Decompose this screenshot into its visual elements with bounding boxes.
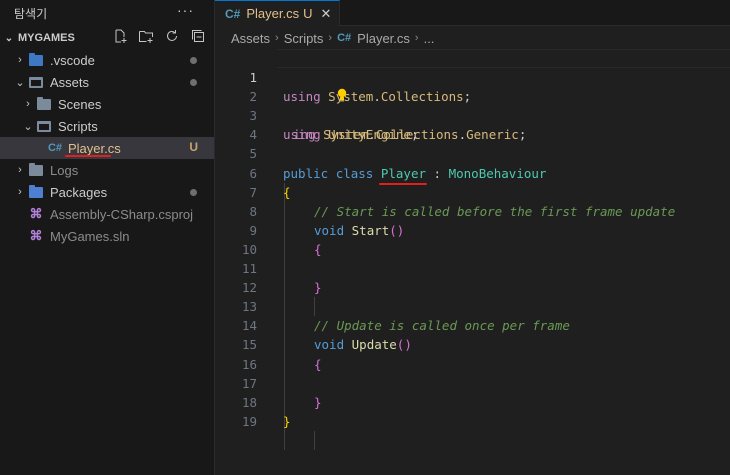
indent-guide <box>314 431 315 450</box>
workspace-name: MYGAMES <box>18 32 75 44</box>
lightbulb-icon[interactable] <box>277 69 347 102</box>
folder-icon <box>28 52 44 67</box>
chevron-right-icon: › <box>275 32 279 44</box>
tree-item-csproj[interactable]: ⌘ Assembly-CSharp.csproj <box>0 203 214 225</box>
folder-icon <box>28 184 44 199</box>
chevron-down-icon: ⌄ <box>15 76 25 89</box>
chevron-right-icon: › <box>414 32 419 44</box>
untracked-badge: U <box>189 140 198 154</box>
tab-bar: C# Player.cs U ✕ <box>215 0 730 26</box>
breadcrumb-assets[interactable]: Assets <box>231 31 270 46</box>
code-line-8: 8 void Start() <box>215 183 730 238</box>
chevron-right-icon: › <box>328 32 333 44</box>
visual-studio-icon: ⌘ <box>29 206 43 221</box>
tree-item-logs[interactable]: › Logs <box>0 159 214 181</box>
code-line-17: 17 } <box>215 355 730 410</box>
explorer-sidebar: 탐색기 ··· ⌄ MYGAMES › .vscode ⌄ Assets › S… <box>0 0 215 475</box>
code-line-19: 19 <box>215 393 730 429</box>
folder-open-icon <box>36 119 52 133</box>
tab-label: Player.cs <box>246 6 300 21</box>
more-actions-icon[interactable]: ··· <box>177 2 194 18</box>
chevron-right-icon: › <box>18 54 22 66</box>
tree-item-label: .vscode <box>50 52 95 68</box>
chevron-down-icon: ⌄ <box>23 120 33 133</box>
tree-item-label: MyGames.sln <box>50 228 130 244</box>
tree-item-label: Logs <box>50 162 79 178</box>
annotation-underline <box>65 155 111 157</box>
tree-item-scenes[interactable]: › Scenes <box>0 93 214 115</box>
chevron-down-icon: ⌄ <box>4 32 14 44</box>
code-line-16: 16 <box>215 335 730 372</box>
csharp-file-icon: C# <box>47 142 63 154</box>
code-line-3: 3 using UnityEngine; <box>215 87 730 142</box>
tab-status: U <box>303 6 313 21</box>
code-line-1: 1 using System.Collections; <box>215 49 730 104</box>
tree-item-label: Scenes <box>58 96 102 112</box>
code-line-18: 18 } <box>215 374 730 429</box>
folder-icon <box>36 96 52 111</box>
new-folder-icon[interactable] <box>138 28 154 44</box>
code-line-10: 10 <box>215 221 730 257</box>
code-line-9: 9 { <box>215 202 730 257</box>
code-editor[interactable]: 1 using System.Collections; 2 ing System… <box>215 49 730 450</box>
file-tree: › .vscode ⌄ Assets › Scenes ⌄ Scripts C#… <box>0 49 214 247</box>
status-dot <box>190 189 197 196</box>
chevron-right-icon: › <box>18 164 22 176</box>
folder-icon <box>28 162 44 177</box>
tree-item-sln[interactable]: ⌘ MyGames.sln <box>0 225 214 247</box>
code-line-12: 12 <box>215 259 730 295</box>
close-icon[interactable]: ✕ <box>320 6 331 22</box>
chevron-right-icon: › <box>18 186 22 198</box>
editor-area: C# Player.cs U ✕ Assets › Scripts › C# P… <box>215 0 730 475</box>
code-line-14: 14 void Update() <box>215 297 730 352</box>
tab-player-cs[interactable]: C# Player.cs U ✕ <box>215 0 341 26</box>
explorer-title: 탐색기 ··· <box>0 0 214 26</box>
refresh-icon[interactable] <box>164 28 180 44</box>
tree-item-label: Assets <box>50 74 90 90</box>
tree-item-assets[interactable]: ⌄ Assets <box>0 71 214 93</box>
tree-item-label: Assembly-CSharp.csproj <box>50 206 194 222</box>
tree-item-vscode[interactable]: › .vscode <box>0 49 214 71</box>
tree-item-player-cs[interactable]: C# Player.cs U <box>0 137 214 159</box>
folder-open-icon <box>28 75 44 89</box>
breadcrumb-symbols[interactable]: ... <box>424 31 435 46</box>
visual-studio-icon: ⌘ <box>29 228 43 243</box>
tree-item-label: Packages <box>50 184 108 200</box>
tree-item-scripts[interactable]: ⌄ Scripts <box>0 115 214 137</box>
tree-item-label: Scripts <box>58 118 98 134</box>
collapse-all-icon[interactable] <box>190 28 206 44</box>
code-line-5: 5 public class Player : MonoBehaviour <box>215 125 730 185</box>
breadcrumb: Assets › Scripts › C# Player.cs › ... <box>215 26 730 50</box>
status-dot <box>190 79 197 86</box>
csharp-file-icon: C# <box>225 6 241 21</box>
code-line-6: 6 { <box>215 144 730 200</box>
breadcrumb-file[interactable]: Player.cs <box>357 31 410 46</box>
explorer-title-label: 탐색기 <box>14 6 48 21</box>
csharp-file-icon: C# <box>337 32 352 44</box>
code-line-7: 7 // Start is called before the first fr… <box>215 164 730 219</box>
breadcrumb-scripts[interactable]: Scripts <box>284 31 324 46</box>
new-file-icon[interactable] <box>112 28 128 44</box>
tree-item-packages[interactable]: › Packages <box>0 181 214 203</box>
code-line-13: 13 // Update is called once per frame <box>215 278 730 333</box>
code-line-2: 2 ing System.Collections.Generic; <box>215 68 730 142</box>
chevron-right-icon: › <box>26 98 30 110</box>
status-dot <box>190 57 197 64</box>
code-text: } <box>283 413 291 429</box>
code-line-4: 4 <box>215 106 730 142</box>
code-line-15: 15 { <box>215 316 730 371</box>
tree-item-label: Player.cs <box>68 140 121 156</box>
explorer-actions <box>112 28 206 44</box>
code-line-11: 11 } <box>215 240 730 295</box>
line-number: 19 <box>241 413 257 429</box>
